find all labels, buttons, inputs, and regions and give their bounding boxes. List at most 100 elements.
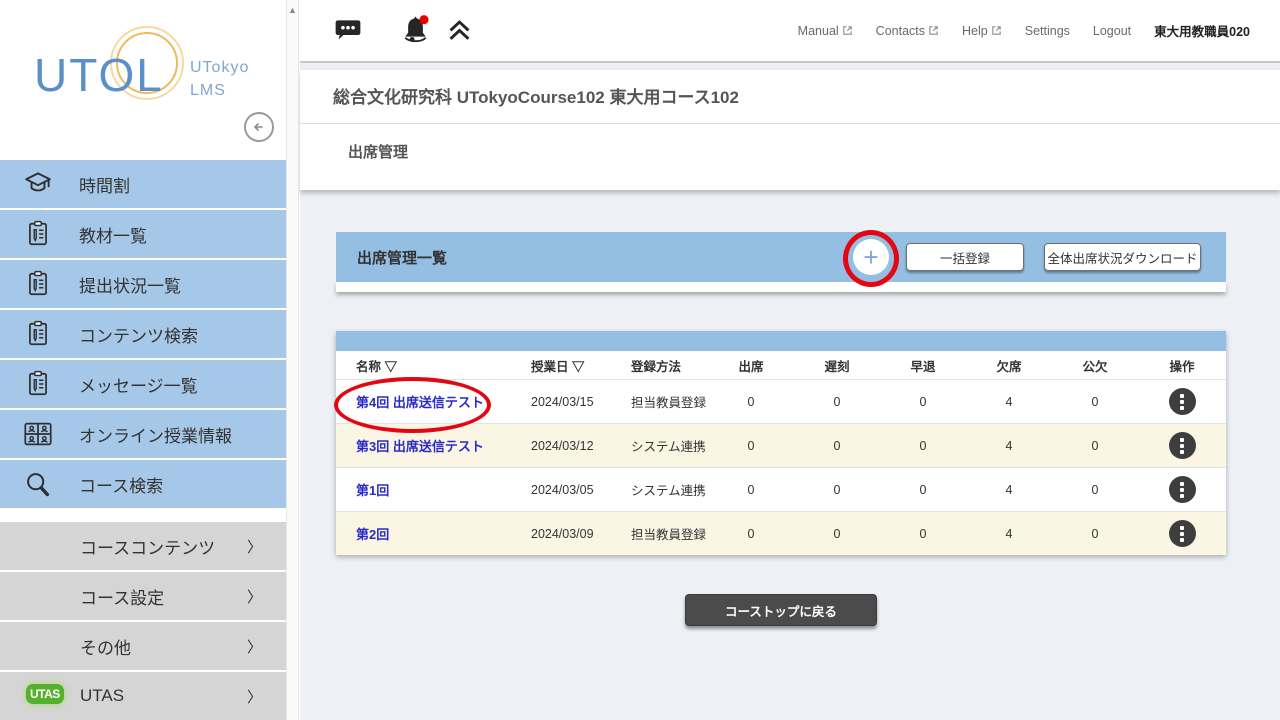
class-date: 2024/03/09 [531,527,631,541]
clipboard-icon [21,320,55,348]
nav-label: Help [962,24,988,38]
sidebar-item-content-search[interactable]: コンテンツ検索 [0,310,286,358]
absent-count: 4 [966,439,1052,453]
online-class-icon [21,421,55,447]
row-actions-menu-icon[interactable] [1169,432,1196,459]
nav-logout-link[interactable]: Logout [1093,24,1131,38]
nav-manual-link[interactable]: Manual [798,24,853,38]
sidebar-group-course-contents[interactable]: コースコンテンツ 〉 [0,522,286,570]
sidebar-groups: コースコンテンツ 〉 コース設定 〉 その他 〉 UTAS UTAS 〉 [0,522,286,720]
username: 東大用教職員020 [1154,21,1250,40]
bulk-register-button[interactable]: 一括登録 [906,243,1024,271]
col-absent-header: 欠席 [966,356,1052,375]
sidebar-item-label: コース検索 [79,472,163,497]
scroll-up-arrow-icon[interactable]: ▲ [287,0,298,15]
add-attendance-button[interactable]: + [853,239,889,275]
absent-count: 4 [966,483,1052,497]
sidebar-item-label: オンライン授業情報 [79,422,232,447]
col-early-header: 早退 [880,356,966,375]
sidebar-item-timetable[interactable]: 時間割 [0,160,286,208]
sidebar-group-others[interactable]: その他 〉 [0,622,286,670]
sidebar-collapse-button[interactable] [244,112,274,142]
sidebar-item-label: 教材一覧 [79,222,147,247]
search-icon [21,470,55,498]
chevron-right-icon: 〉 [247,636,262,657]
sidebar-group-label: コース設定 [80,584,164,609]
logo-area: UTOL UTokyo LMS [0,0,286,160]
absent-count: 4 [966,527,1052,541]
sidebar: UTOL UTokyo LMS 時間割 教材一覧 提 [0,0,286,720]
sidebar-item-course-search[interactable]: コース検索 [0,460,286,508]
excused-count: 0 [1052,483,1138,497]
back-to-course-top-button[interactable]: コーストップに戻る [685,594,877,626]
page-title: 出席管理 [300,124,1280,190]
register-method: 担当教員登録 [631,392,708,411]
attendance-table: 名称 ▽ 授業日 ▽ 登録方法 出席 遅刻 早退 欠席 公欠 操作 第4回 出席… [336,331,1226,555]
table-row: 第4回 出席送信テスト 2024/03/15 担当教員登録 0 0 0 4 0 [336,379,1226,423]
sidebar-menu: 時間割 教材一覧 提出状況一覧 コンテンツ検索 メッセージ一覧 [0,160,286,508]
nav-contacts-link[interactable]: Contacts [876,24,939,38]
clipboard-icon [21,370,55,398]
row-actions-menu-icon[interactable] [1169,476,1196,503]
messages-icon[interactable] [333,17,363,44]
present-count: 0 [708,395,794,409]
sidebar-group-utas[interactable]: UTAS UTAS 〉 [0,672,286,720]
col-actions-header: 操作 [1138,356,1226,375]
title-block: 総合文化研究科 UTokyoCourse102 東大用コース102 出席管理 [300,70,1280,190]
session-link[interactable]: 第2回 [356,527,389,542]
clipboard-icon [21,270,55,298]
sidebar-item-label: 提出状況一覧 [79,272,181,297]
early-count: 0 [880,395,966,409]
clipboard-icon [21,220,55,248]
sidebar-item-messages[interactable]: メッセージ一覧 [0,360,286,408]
table-row: 第1回 2024/03/05 システム連携 0 0 0 4 0 [336,467,1226,511]
register-method: システム連携 [631,480,708,499]
row-actions-menu-icon[interactable] [1169,388,1196,415]
panel-strip [336,282,1226,292]
table-row: 第3回 出席送信テスト 2024/03/12 システム連携 0 0 0 4 0 [336,423,1226,467]
content: 出席管理一覧 + 一括登録 全体出席状況ダウンロード 名称 ▽ 授業日 ▽ 登録… [336,232,1226,626]
sidebar-group-label: コースコンテンツ [80,534,215,559]
class-date: 2024/03/12 [531,439,631,453]
sidebar-item-materials[interactable]: 教材一覧 [0,210,286,258]
session-link[interactable]: 第1回 [356,483,389,498]
utol-logo: UTOL [34,48,164,102]
excused-count: 0 [1052,395,1138,409]
absent-count: 4 [966,395,1052,409]
col-name-header[interactable]: 名称 ▽ [336,356,531,375]
nav-label: Settings [1025,24,1070,38]
topbar-icons [300,14,473,48]
col-method-header: 登録方法 [631,356,708,375]
vertical-scrollbar[interactable]: ▲ [286,0,299,720]
course-title: 総合文化研究科 UTokyoCourse102 東大用コース102 [300,70,1280,124]
table-header-row: 名称 ▽ 授業日 ▽ 登録方法 出席 遅刻 早退 欠席 公欠 操作 [336,351,1226,379]
excused-count: 0 [1052,527,1138,541]
panel-buttons: 一括登録 全体出席状況ダウンロード [906,243,1201,271]
late-count: 0 [794,439,880,453]
early-count: 0 [880,527,966,541]
arrow-left-icon [251,119,267,135]
chevron-right-icon: 〉 [247,686,262,707]
external-link-icon [991,25,1002,36]
session-link[interactable]: 第4回 出席送信テスト [356,395,484,410]
excused-count: 0 [1052,439,1138,453]
session-link[interactable]: 第3回 出席送信テスト [356,439,484,454]
present-count: 0 [708,483,794,497]
row-actions-menu-icon[interactable] [1169,520,1196,547]
nav-help-link[interactable]: Help [962,24,1002,38]
col-date-header[interactable]: 授業日 ▽ [531,356,631,375]
sidebar-item-online-class[interactable]: オンライン授業情報 [0,410,286,458]
sidebar-item-submissions[interactable]: 提出状況一覧 [0,260,286,308]
chevron-right-icon: 〉 [247,536,262,557]
external-link-icon [842,25,853,36]
notification-bell-icon[interactable] [399,14,432,48]
topbar-nav: Manual Contacts Help Settings Logout 東大用… [798,21,1280,40]
external-link-icon [928,25,939,36]
notification-dot [419,15,428,24]
late-count: 0 [794,395,880,409]
sidebar-group-course-settings[interactable]: コース設定 〉 [0,572,286,620]
sidebar-item-label: 時間割 [79,172,130,197]
collapse-topbar-icon[interactable] [446,17,473,44]
nav-settings-link[interactable]: Settings [1025,24,1070,38]
download-all-attendance-button[interactable]: 全体出席状況ダウンロード [1044,243,1201,271]
